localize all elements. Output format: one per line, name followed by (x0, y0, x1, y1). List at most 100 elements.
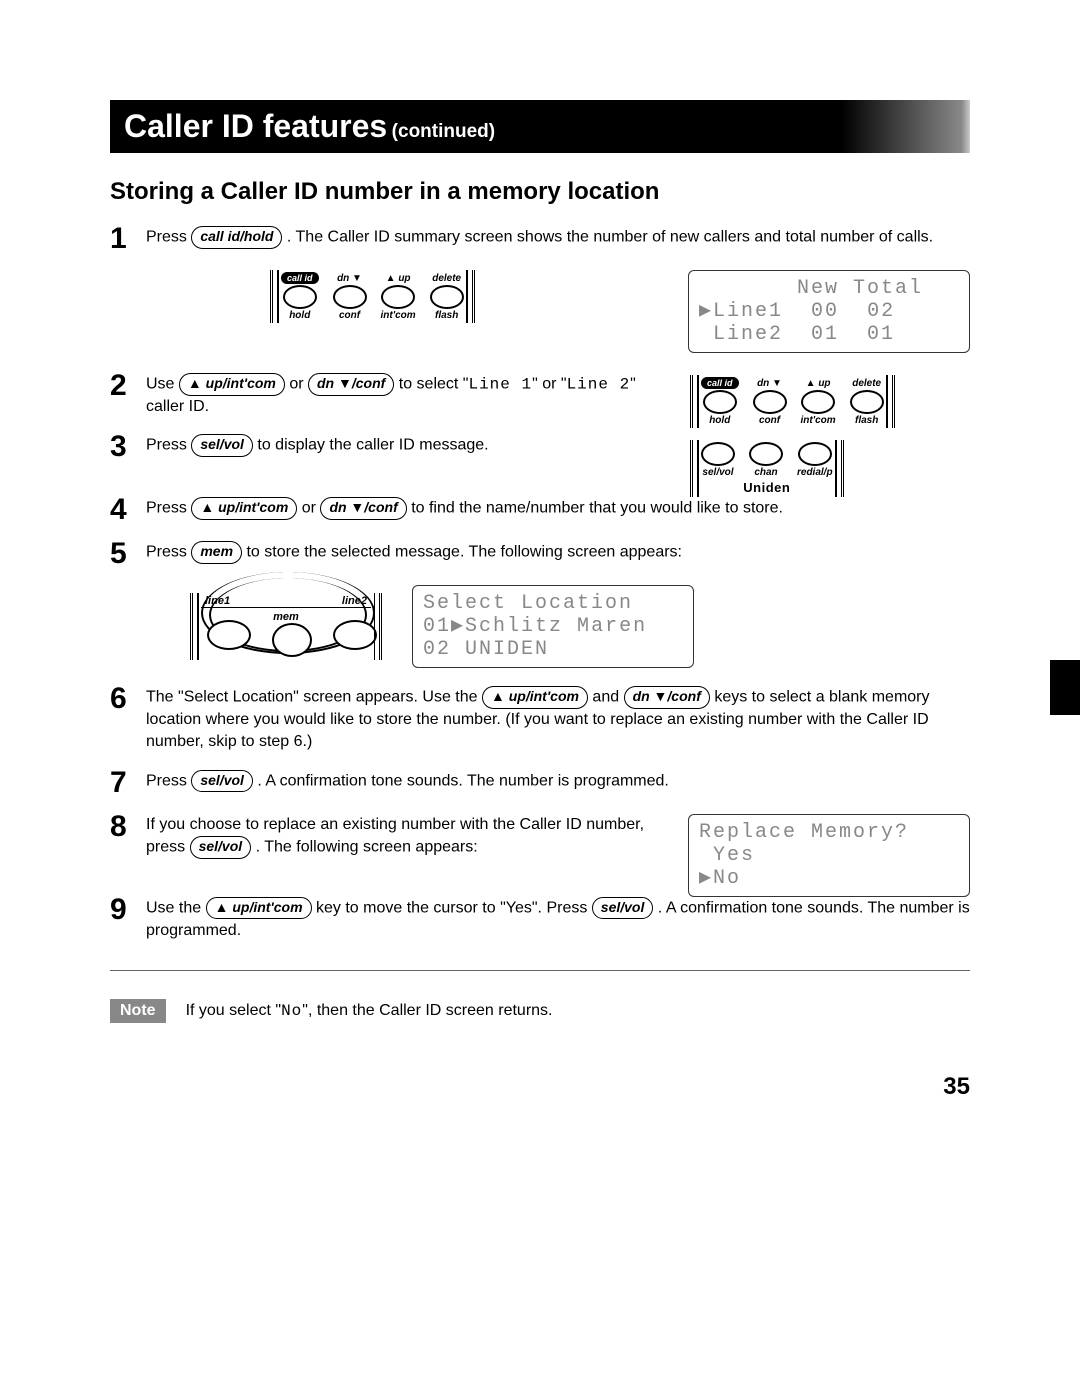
lcd-select-location: Select Location 01▶Schlitz Maren 02 UNID… (412, 585, 694, 668)
kp-label: int'com (381, 310, 416, 321)
kp-label: sel/vol (702, 467, 733, 478)
step2-text-c: to select " (399, 376, 469, 393)
step-number: 3 (110, 432, 146, 462)
sel-vol-button: sel/vol (190, 836, 252, 859)
step-8: 8 If you choose to replace an existing n… (110, 814, 658, 859)
note-text-a: If you select " (186, 1002, 282, 1019)
line2-text: Line 2 (567, 376, 631, 394)
kp-button-icon (333, 285, 367, 309)
kp-label: conf (759, 415, 780, 426)
kp-label: call id (281, 272, 319, 284)
dn-conf-button: dn ▼/conf (320, 497, 406, 520)
kp-button-icon (801, 390, 835, 414)
step5-text-b: to store the selected message. The follo… (246, 544, 682, 561)
kp-button-icon (798, 442, 832, 466)
step5-text-a: Press (146, 544, 191, 561)
kp-button-icon (283, 285, 317, 309)
step-number: 7 (110, 768, 146, 798)
step-6: 6 The "Select Location" screen appears. … (110, 686, 970, 754)
lcd-summary: New Total ▶Line1 00 02 Line2 01 01 (688, 270, 970, 353)
kp-button-icon (850, 390, 884, 414)
lcd-replace-memory: Replace Memory? Yes ▶No (688, 814, 970, 897)
kp-button-icon (753, 390, 787, 414)
up-intcom-button: ▲ up/int'com (191, 497, 297, 520)
step4-text-c: to find the name/number that you would l… (411, 500, 783, 517)
brand-label: Uniden (701, 480, 833, 495)
step2-text-a: Use (146, 376, 179, 393)
kp-label: redial/p (797, 467, 833, 478)
step-number: 6 (110, 684, 146, 714)
step7-text-a: Press (146, 772, 191, 789)
page-banner: Caller ID features (continued) (110, 100, 970, 153)
step3-text-a: Press (146, 437, 191, 454)
up-intcom-button: ▲ up/int'com (206, 897, 312, 920)
step1-text-a: Press (146, 229, 191, 246)
page-number: 35 (110, 1073, 970, 1101)
kp-label: hold (289, 310, 310, 321)
kp-label: hold (709, 415, 730, 426)
kp-label: flash (855, 415, 878, 426)
note-row: Note If you select "No", then the Caller… (110, 970, 970, 1023)
step-4: 4 Press ▲ up/int'com or dn ▼/conf to fin… (110, 497, 970, 525)
dn-conf-button: dn ▼/conf (624, 686, 710, 709)
kp-label: int'com (801, 415, 836, 426)
kp-label: flash (435, 310, 458, 321)
step4-text-b: or (302, 500, 321, 517)
step-number: 5 (110, 539, 146, 569)
kp-button-icon (749, 442, 783, 466)
note-no: No (281, 1002, 302, 1020)
kp-label: dn ▼ (757, 378, 782, 389)
sel-vol-button: sel/vol (191, 770, 253, 793)
kp-button-icon (207, 620, 251, 650)
kp-button-icon (272, 623, 312, 657)
keypad-mem-diagram: line1 line2 mem (190, 593, 382, 660)
step-number: 1 (110, 224, 146, 254)
step-number: 4 (110, 495, 146, 525)
step4-text-a: Press (146, 500, 191, 517)
side-tab (1050, 660, 1080, 715)
line1-text: Line 1 (468, 376, 532, 394)
kp-button-icon (430, 285, 464, 309)
kp-label: delete (852, 378, 881, 389)
step-3: 3 Press sel/vol to display the caller ID… (110, 434, 660, 462)
step-1: 1 Press call id/hold . The Caller ID sum… (110, 226, 970, 254)
step-number: 9 (110, 895, 146, 925)
step-7: 7 Press sel/vol . A confirmation tone so… (110, 770, 970, 798)
step1-text-b: . The Caller ID summary screen shows the… (287, 229, 933, 246)
step9-text-b: key to move the cursor to "Yes". Press (316, 899, 592, 916)
kp-label: dn ▼ (337, 273, 362, 284)
call-id-hold-button: call id/hold (191, 226, 282, 249)
banner-continued: (continued) (392, 121, 495, 142)
step2-text-b: or (289, 376, 308, 393)
step6-text-b: and (592, 689, 623, 706)
step-number: 8 (110, 812, 146, 842)
step7-text-b: . A confirmation tone sounds. The number… (257, 772, 668, 789)
note-text: If you select "No", then the Caller ID s… (186, 1002, 553, 1020)
kp-label: conf (339, 310, 360, 321)
dn-conf-button: dn ▼/conf (308, 373, 394, 396)
kp-label: ▲ up (806, 378, 831, 389)
up-intcom-button: ▲ up/int'com (482, 686, 588, 709)
kp-button-icon (333, 620, 377, 650)
step2-text-d: " or " (532, 376, 566, 393)
keypad-diagram-top-2: call id hold dn ▼ conf ▲ up int'com delete f… (690, 375, 895, 428)
kp-button-icon (381, 285, 415, 309)
sel-vol-button: sel/vol (592, 897, 654, 920)
banner-title: Caller ID features (124, 108, 387, 144)
step-2: 2 Use ▲ up/int'com or dn ▼/conf to selec… (110, 373, 660, 418)
kp-label: delete (432, 273, 461, 284)
step-9: 9 Use the ▲ up/int'com key to move the c… (110, 897, 970, 942)
keypad-diagram-top: call id hold dn ▼ conf ▲ up int'com delete f… (270, 270, 475, 323)
kp-label: call id (701, 377, 739, 389)
step8-text-b: . The following screen appears: (256, 839, 478, 856)
step9-text-a: Use the (146, 899, 206, 916)
step3-text-b: to display the caller ID message. (257, 437, 488, 454)
kp-button-icon (703, 390, 737, 414)
kp-label: ▲ up (386, 273, 411, 284)
up-intcom-button: ▲ up/int'com (179, 373, 285, 396)
note-text-b: ", then the Caller ID screen returns. (302, 1002, 552, 1019)
kp-button-icon (701, 442, 735, 466)
note-tag: Note (110, 999, 166, 1023)
keypad-diagram-bottom: sel/vol chan redial/p Uniden (690, 440, 844, 497)
section-title: Storing a Caller ID number in a memory l… (110, 178, 970, 206)
